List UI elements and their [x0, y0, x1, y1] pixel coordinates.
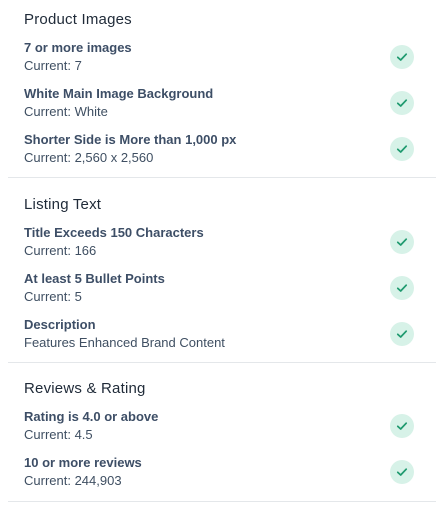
check-label: At least 5 Bullet Points	[24, 271, 165, 286]
check-item: 7 or more images Current: 7	[24, 39, 414, 85]
check-circle-icon	[390, 322, 414, 346]
check-label: 7 or more images	[24, 40, 132, 55]
section-title: Reviews & Rating	[24, 380, 146, 397]
section-divider	[8, 177, 436, 178]
check-item: Rating is 4.0 or above Current: 4.5	[24, 408, 414, 454]
check-circle-icon	[390, 460, 414, 484]
section-divider	[8, 501, 436, 502]
section-listing-text: Listing Text Title Exceeds 150 Character…	[24, 195, 414, 362]
check-current-value: Current: 7	[24, 58, 82, 73]
check-current-value: Current: White	[24, 104, 108, 119]
check-label: Rating is 4.0 or above	[24, 409, 159, 424]
check-current-value: Features Enhanced Brand Content	[24, 335, 225, 350]
check-circle-icon	[390, 91, 414, 115]
check-item: Description Features Enhanced Brand Cont…	[24, 316, 414, 362]
section-reviews-rating: Reviews & Rating Rating is 4.0 or above …	[24, 379, 414, 500]
check-item: White Main Image Background Current: Whi…	[24, 85, 414, 131]
check-label: Shorter Side is More than 1,000 px	[24, 132, 237, 147]
check-circle-icon	[390, 137, 414, 161]
section-divider	[8, 362, 436, 363]
check-label: White Main Image Background	[24, 86, 214, 101]
section-product-images: Product Images 7 or more images Current:…	[24, 10, 414, 177]
check-item: 10 or more reviews Current: 244,903	[24, 454, 414, 500]
check-label: Title Exceeds 150 Characters	[24, 225, 204, 240]
check-item: At least 5 Bullet Points Current: 5	[24, 270, 414, 316]
check-circle-icon	[390, 276, 414, 300]
section-title: Listing Text	[24, 196, 102, 213]
check-circle-icon	[390, 45, 414, 69]
listing-quality-checklist: Product Images 7 or more images Current:…	[0, 0, 444, 508]
check-current-value: Current: 5	[24, 289, 82, 304]
check-label: 10 or more reviews	[24, 455, 142, 470]
check-current-value: Current: 2,560 x 2,560	[24, 150, 154, 165]
check-current-value: Current: 4.5	[24, 427, 93, 442]
check-item: Shorter Side is More than 1,000 px Curre…	[24, 131, 414, 177]
check-circle-icon	[390, 230, 414, 254]
check-circle-icon	[390, 414, 414, 438]
section-title: Product Images	[24, 11, 132, 28]
check-current-value: Current: 244,903	[24, 473, 122, 488]
check-label: Description	[24, 317, 96, 332]
check-item: Title Exceeds 150 Characters Current: 16…	[24, 224, 414, 270]
check-current-value: Current: 166	[24, 243, 97, 258]
